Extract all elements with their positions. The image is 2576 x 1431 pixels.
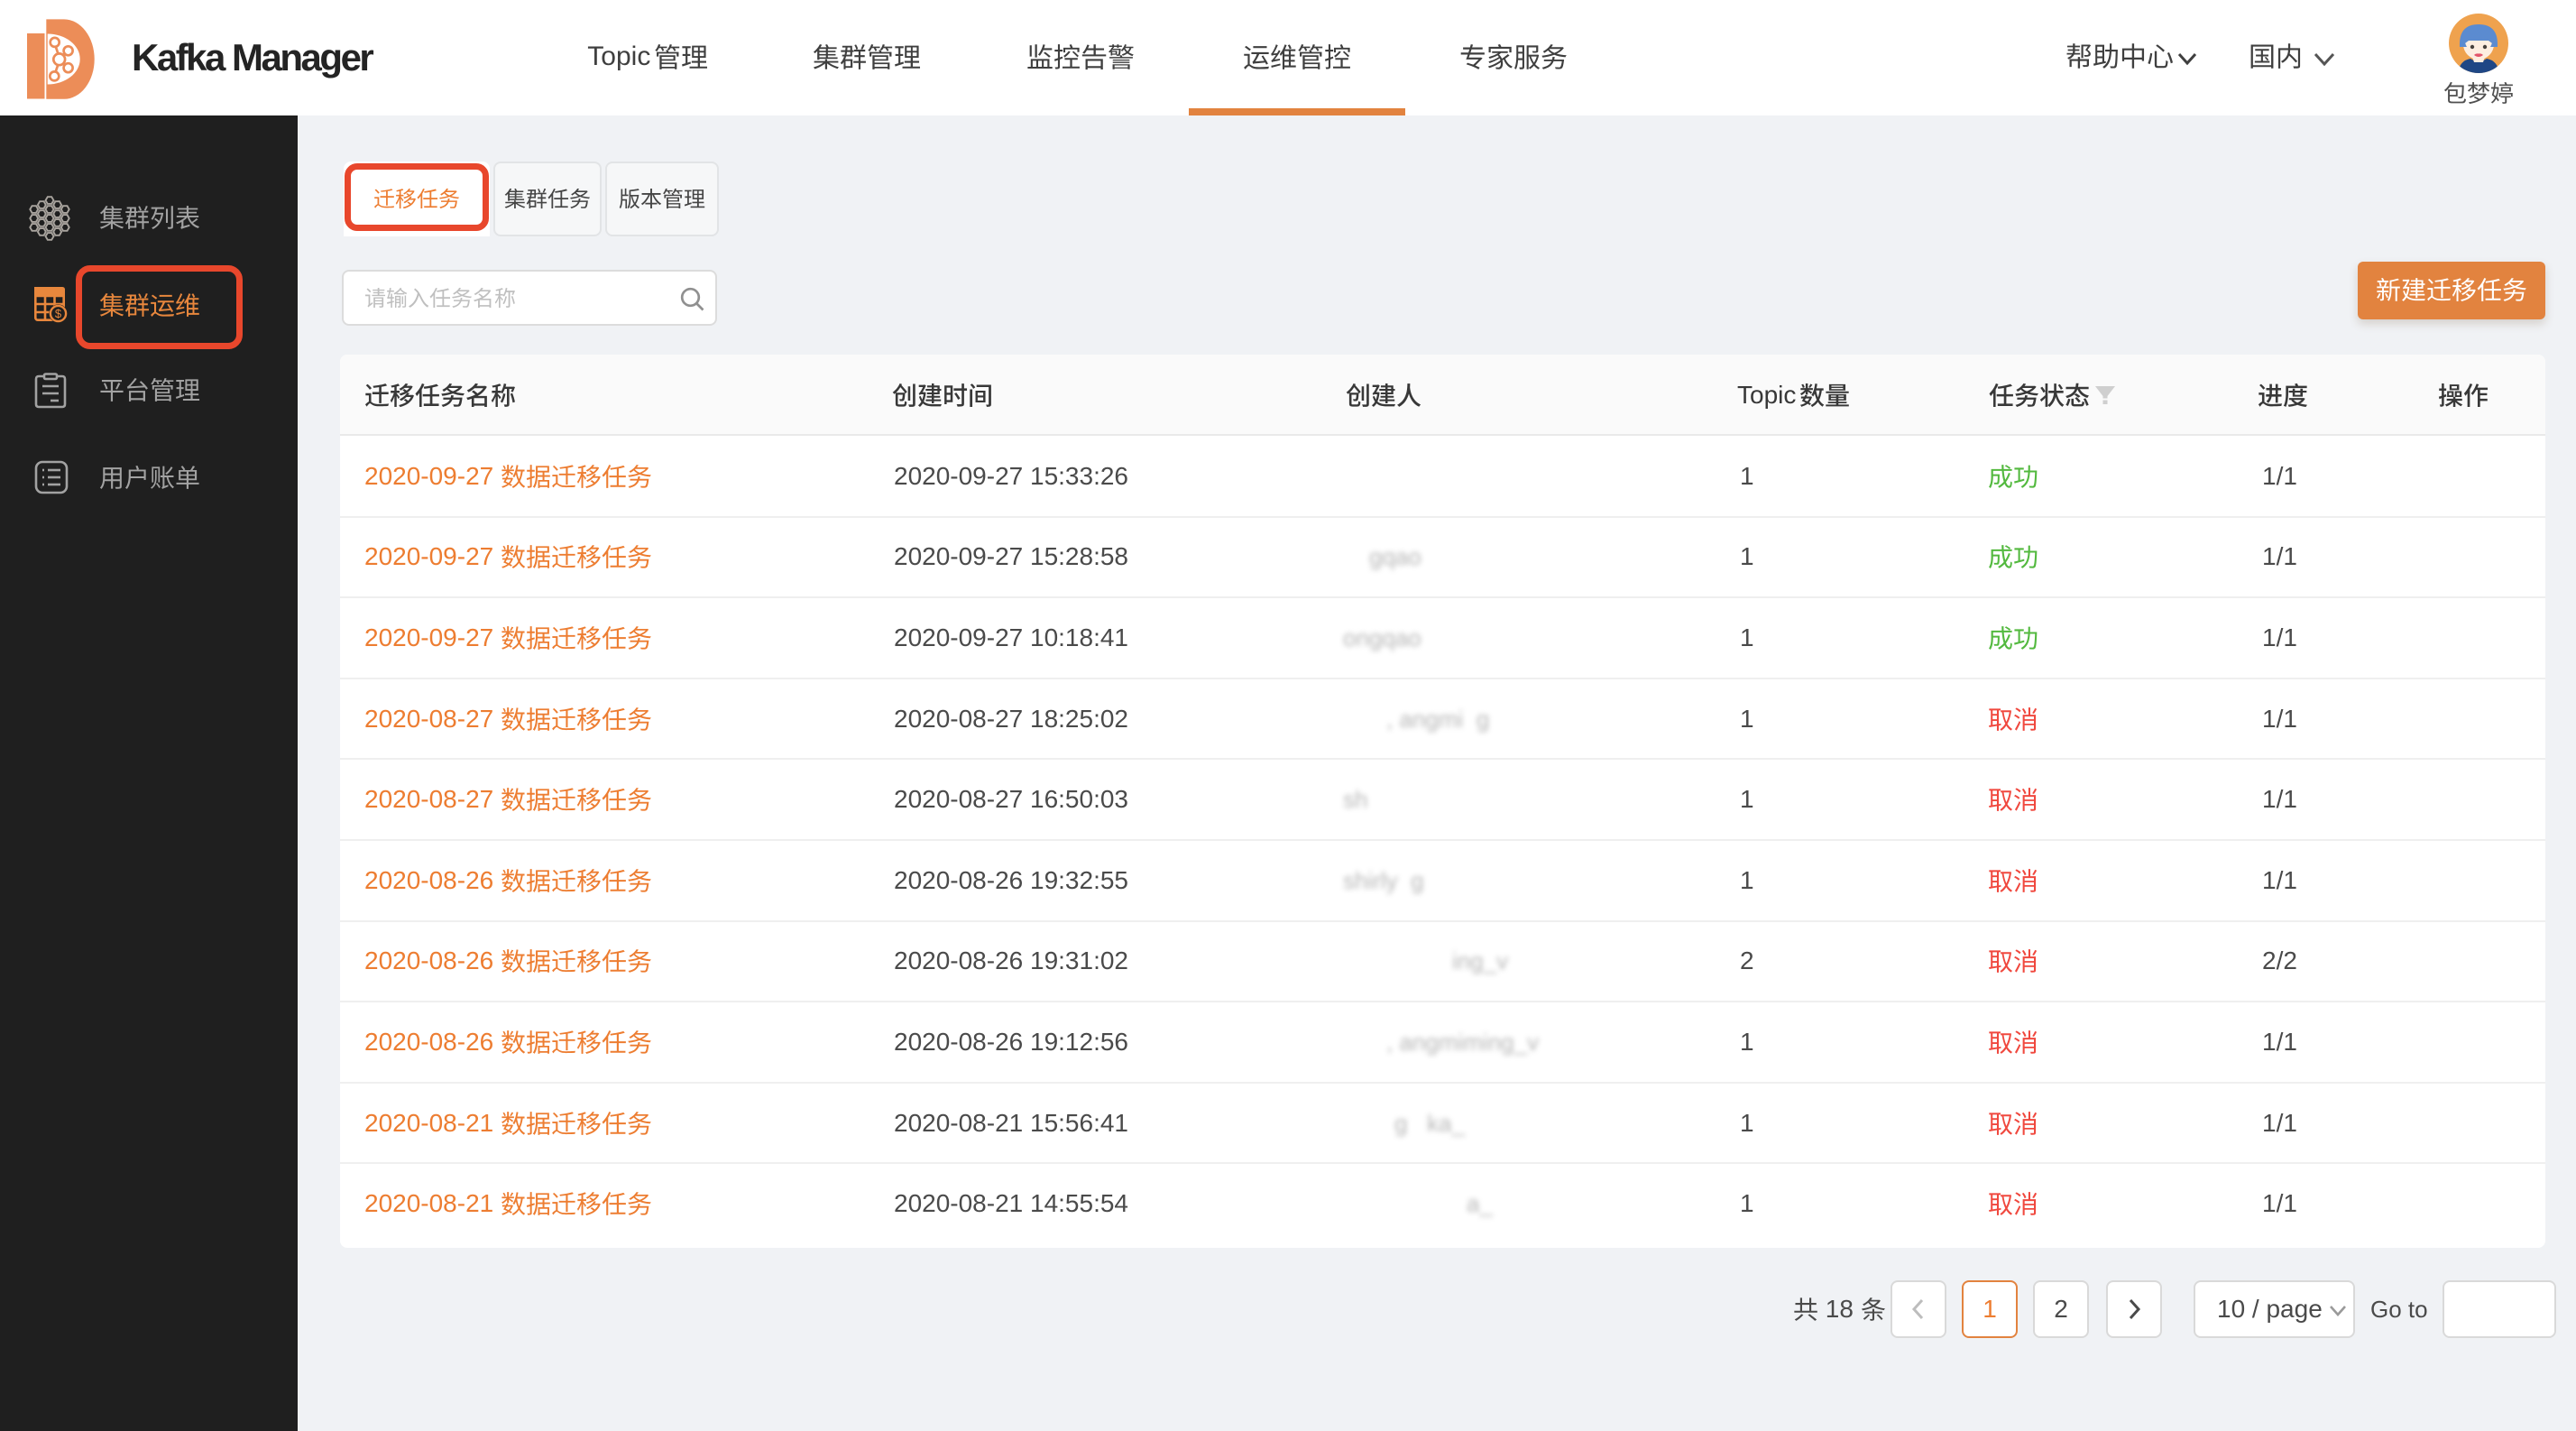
- svg-text:$: $: [55, 307, 62, 320]
